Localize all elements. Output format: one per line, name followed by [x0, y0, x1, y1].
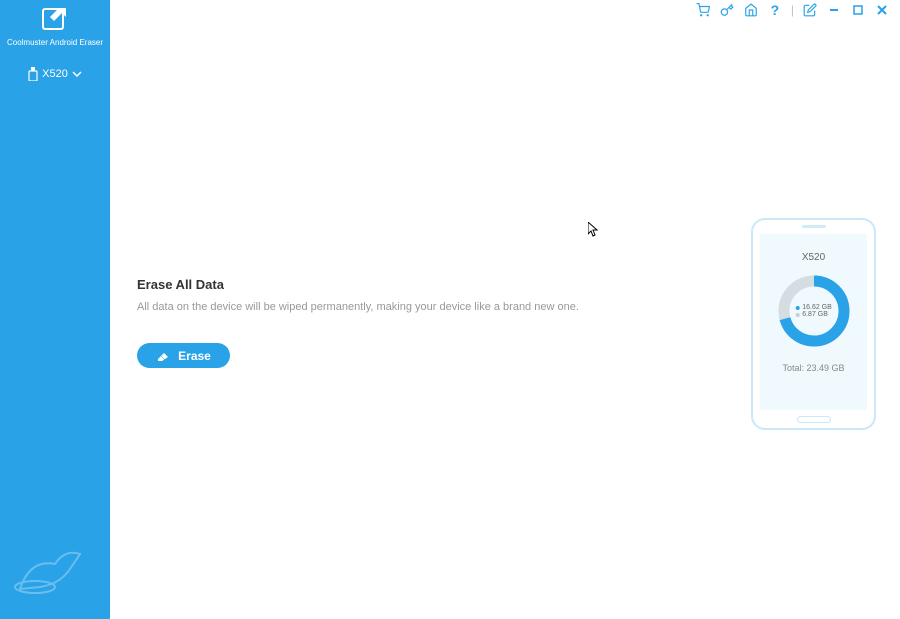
close-icon[interactable]	[874, 2, 890, 18]
sidebar: Coolmuster Android Eraser X520	[0, 0, 110, 619]
device-panel: X520 16.62 GB 6.87 GB Total:	[751, 218, 876, 430]
main-content: Erase All Data All data on the device wi…	[110, 20, 900, 619]
legend-free-label: 6.87 GB	[802, 311, 828, 318]
eraser-icon	[156, 351, 170, 361]
usb-icon	[28, 67, 38, 81]
app-title: Coolmuster Android Eraser	[0, 36, 110, 49]
page-heading: Erase All Data	[137, 277, 224, 292]
home-icon[interactable]	[743, 2, 759, 18]
legend-used-label: 16.62 GB	[802, 304, 832, 311]
titlebar-divider: |	[791, 3, 794, 17]
sidebar-decoration-icon	[10, 539, 90, 599]
device-total-label: Total: 23.49 GB	[782, 363, 844, 373]
titlebar: ? |	[0, 0, 900, 20]
device-speaker	[802, 225, 826, 228]
storage-donut-chart: 16.62 GB 6.87 GB	[776, 273, 852, 349]
device-screen: X520 16.62 GB 6.87 GB Total:	[760, 234, 867, 410]
cart-icon[interactable]	[695, 2, 711, 18]
device-selector-label: X520	[42, 68, 68, 80]
device-home-button	[797, 416, 831, 423]
legend-free-dot	[795, 313, 799, 317]
legend-free: 6.87 GB	[795, 311, 832, 318]
page-description: All data on the device will be wiped per…	[137, 301, 579, 313]
feedback-icon[interactable]	[802, 2, 818, 18]
legend-used: 16.62 GB	[795, 304, 832, 311]
help-icon[interactable]: ?	[767, 2, 783, 18]
legend-used-dot	[795, 306, 799, 310]
device-name-label: X520	[802, 252, 825, 263]
device-selector[interactable]: X520	[0, 49, 110, 99]
erase-button[interactable]: Erase	[137, 343, 230, 368]
donut-legend: 16.62 GB 6.87 GB	[795, 304, 832, 318]
erase-button-label: Erase	[178, 349, 211, 363]
key-icon[interactable]	[719, 2, 735, 18]
minimize-icon[interactable]	[826, 2, 842, 18]
chevron-down-icon	[72, 71, 82, 77]
maximize-icon[interactable]	[850, 2, 866, 18]
titlebar-icons: ? |	[695, 2, 890, 18]
mouse-cursor-icon	[588, 222, 600, 238]
